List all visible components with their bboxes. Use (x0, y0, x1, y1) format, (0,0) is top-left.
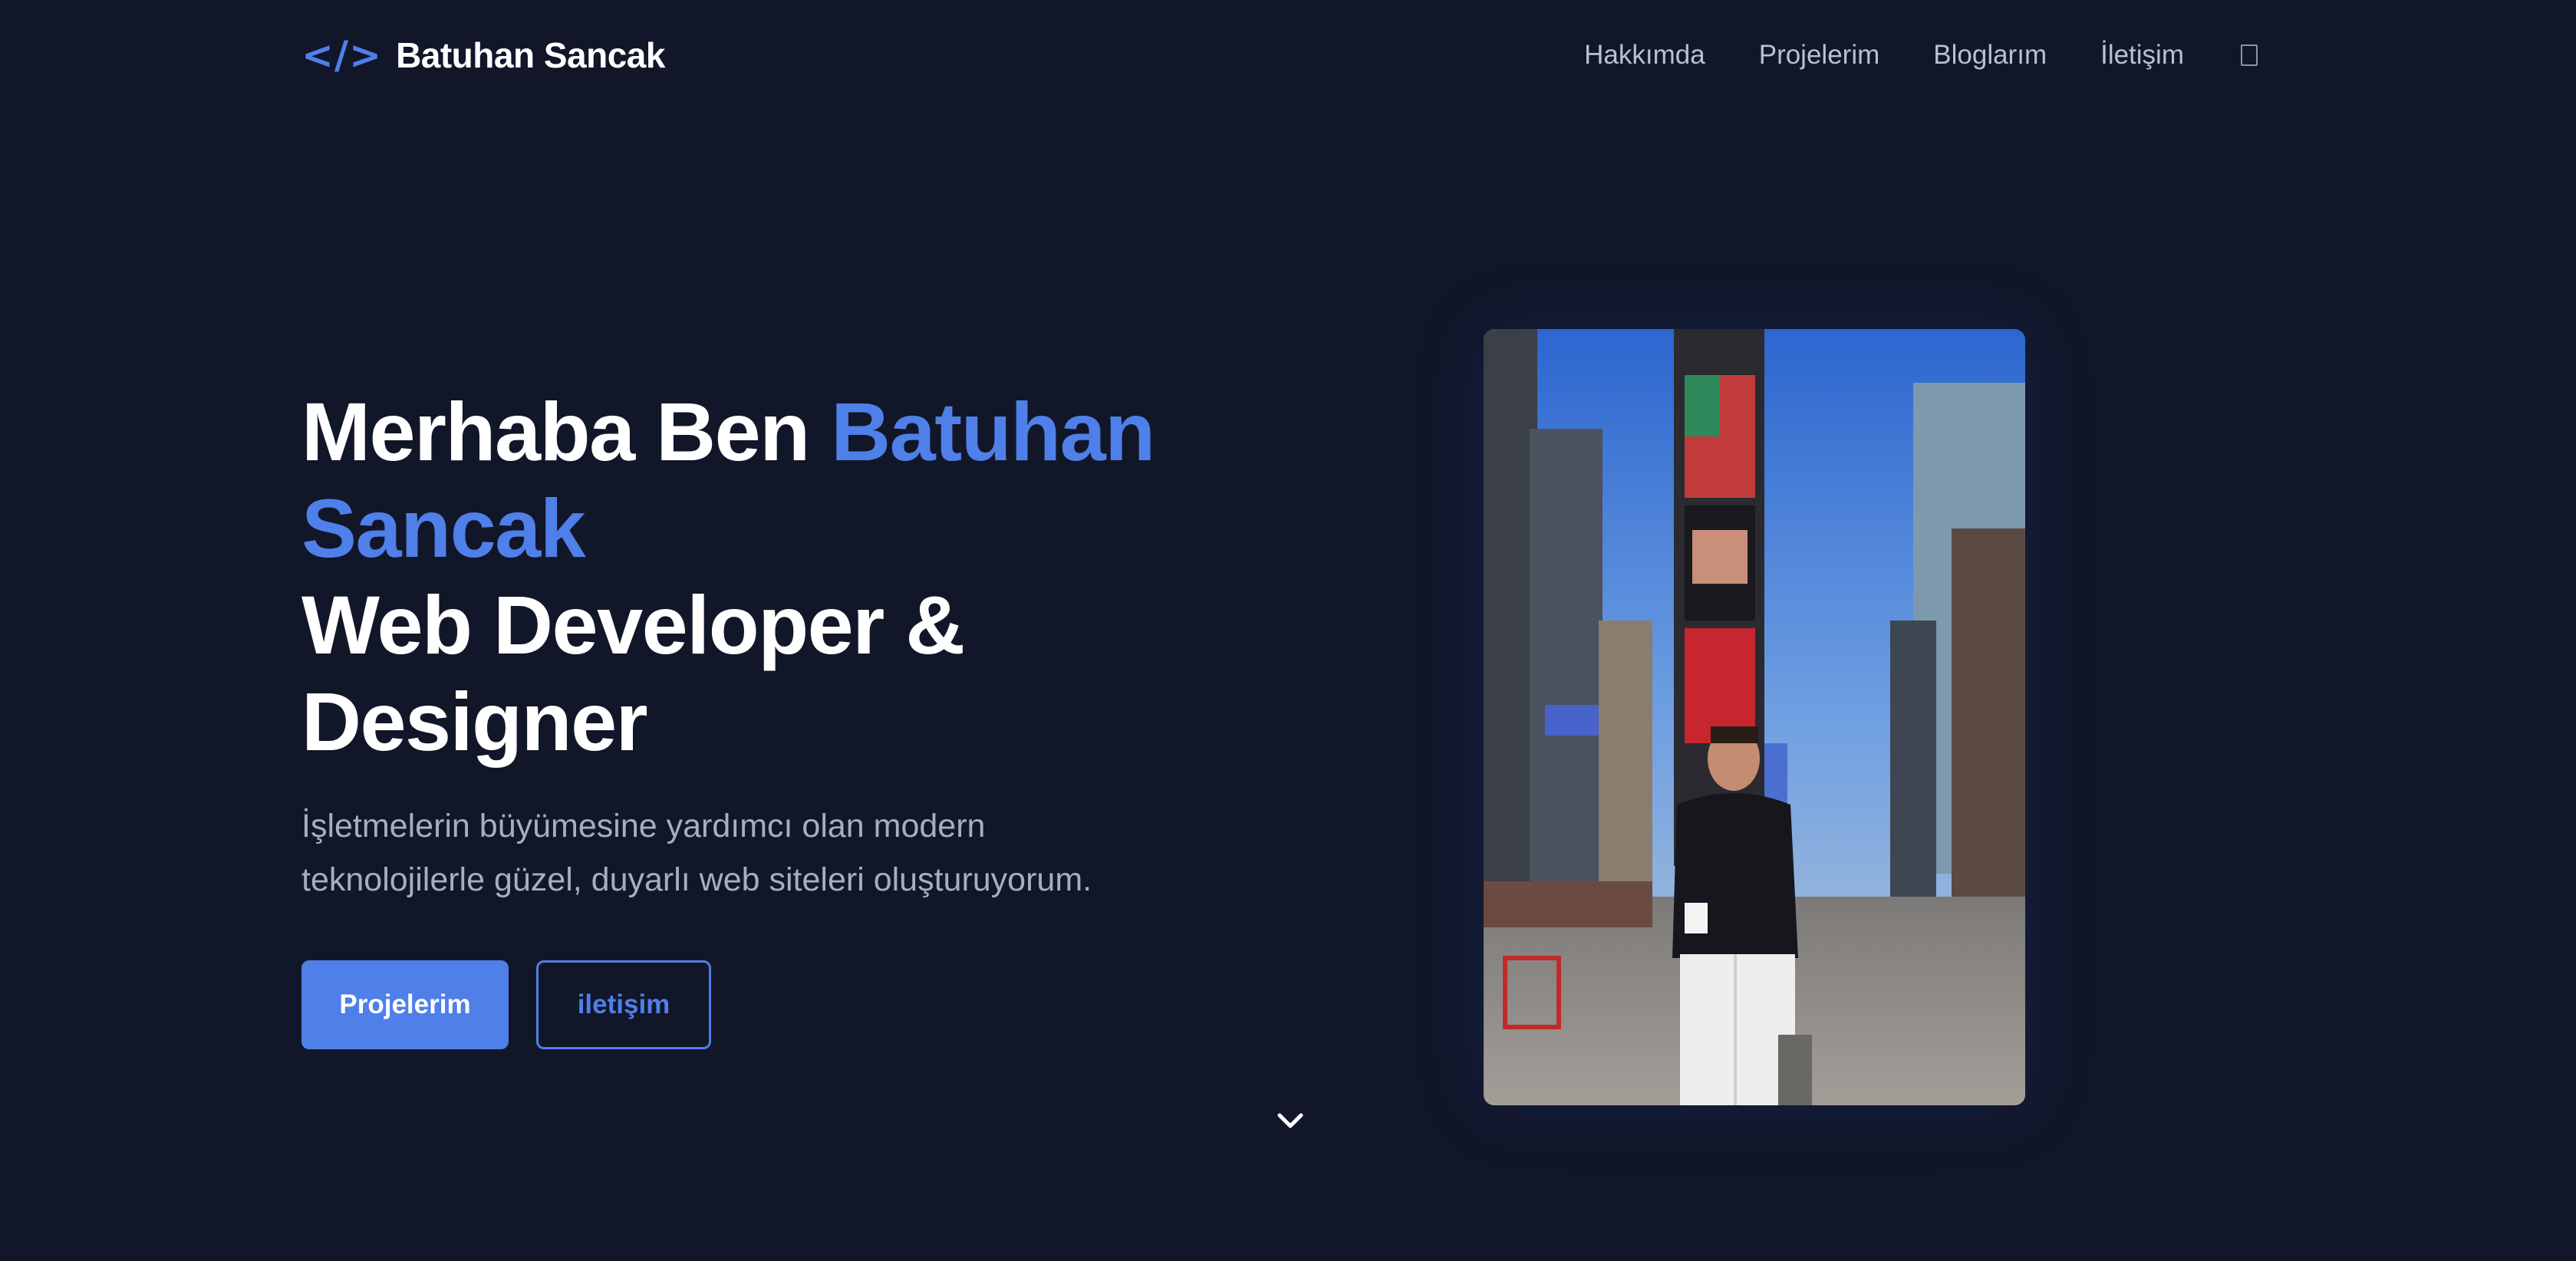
brand-name: Batuhan Sancak (396, 35, 665, 75)
hero-cta-row: Projelerim iletişim (301, 960, 1222, 1049)
nav-link-bloglarim[interactable]: Bloglarım (1933, 40, 2047, 71)
hero-subtitle-line1: İşletmelerin büyümesine yardımcı olan mo… (301, 808, 986, 845)
code-brackets-icon: </> (301, 33, 383, 77)
hero-role-line2: Designer (301, 675, 648, 768)
hero-role-line1: Web Developer & (301, 578, 965, 671)
scroll-down-chevron-icon[interactable] (1273, 1105, 1307, 1138)
nav-link-projelerim[interactable]: Projelerim (1759, 40, 1880, 71)
nav-link-hakkimda[interactable]: Hakkımda (1584, 40, 1705, 71)
projects-button[interactable]: Projelerim (301, 960, 509, 1049)
nav-links: Hakkımda Projelerim Bloglarım İletişim (1584, 34, 2258, 77)
hero-subtitle-line2: teknolojilerle güzel, duyarlı web sitele… (301, 861, 1092, 898)
profile-photo-illustration (1484, 329, 2025, 1105)
profile-photo (1484, 329, 2025, 1105)
contact-button[interactable]: iletişim (536, 960, 711, 1049)
nav-link-iletisim[interactable]: İletişim (2100, 40, 2184, 71)
hero-section: Merhaba Ben Batuhan Sancak Web Developer… (301, 384, 1222, 1049)
hero-greeting: Merhaba Ben (301, 385, 832, 478)
theme-toggle-icon[interactable] (2241, 44, 2258, 66)
hero-subtitle: İşletmelerin büyümesine yardımcı olan mo… (301, 799, 1145, 907)
top-navbar: </> Batuhan Sancak Hakkımda Projelerim B… (0, 0, 2576, 109)
brand-logo-link[interactable]: </> Batuhan Sancak (301, 31, 665, 80)
hero-name-last: Sancak (301, 482, 586, 575)
hero-name-first: Batuhan (831, 385, 1155, 478)
hero-headline: Merhaba Ben Batuhan Sancak Web Developer… (301, 384, 1222, 770)
